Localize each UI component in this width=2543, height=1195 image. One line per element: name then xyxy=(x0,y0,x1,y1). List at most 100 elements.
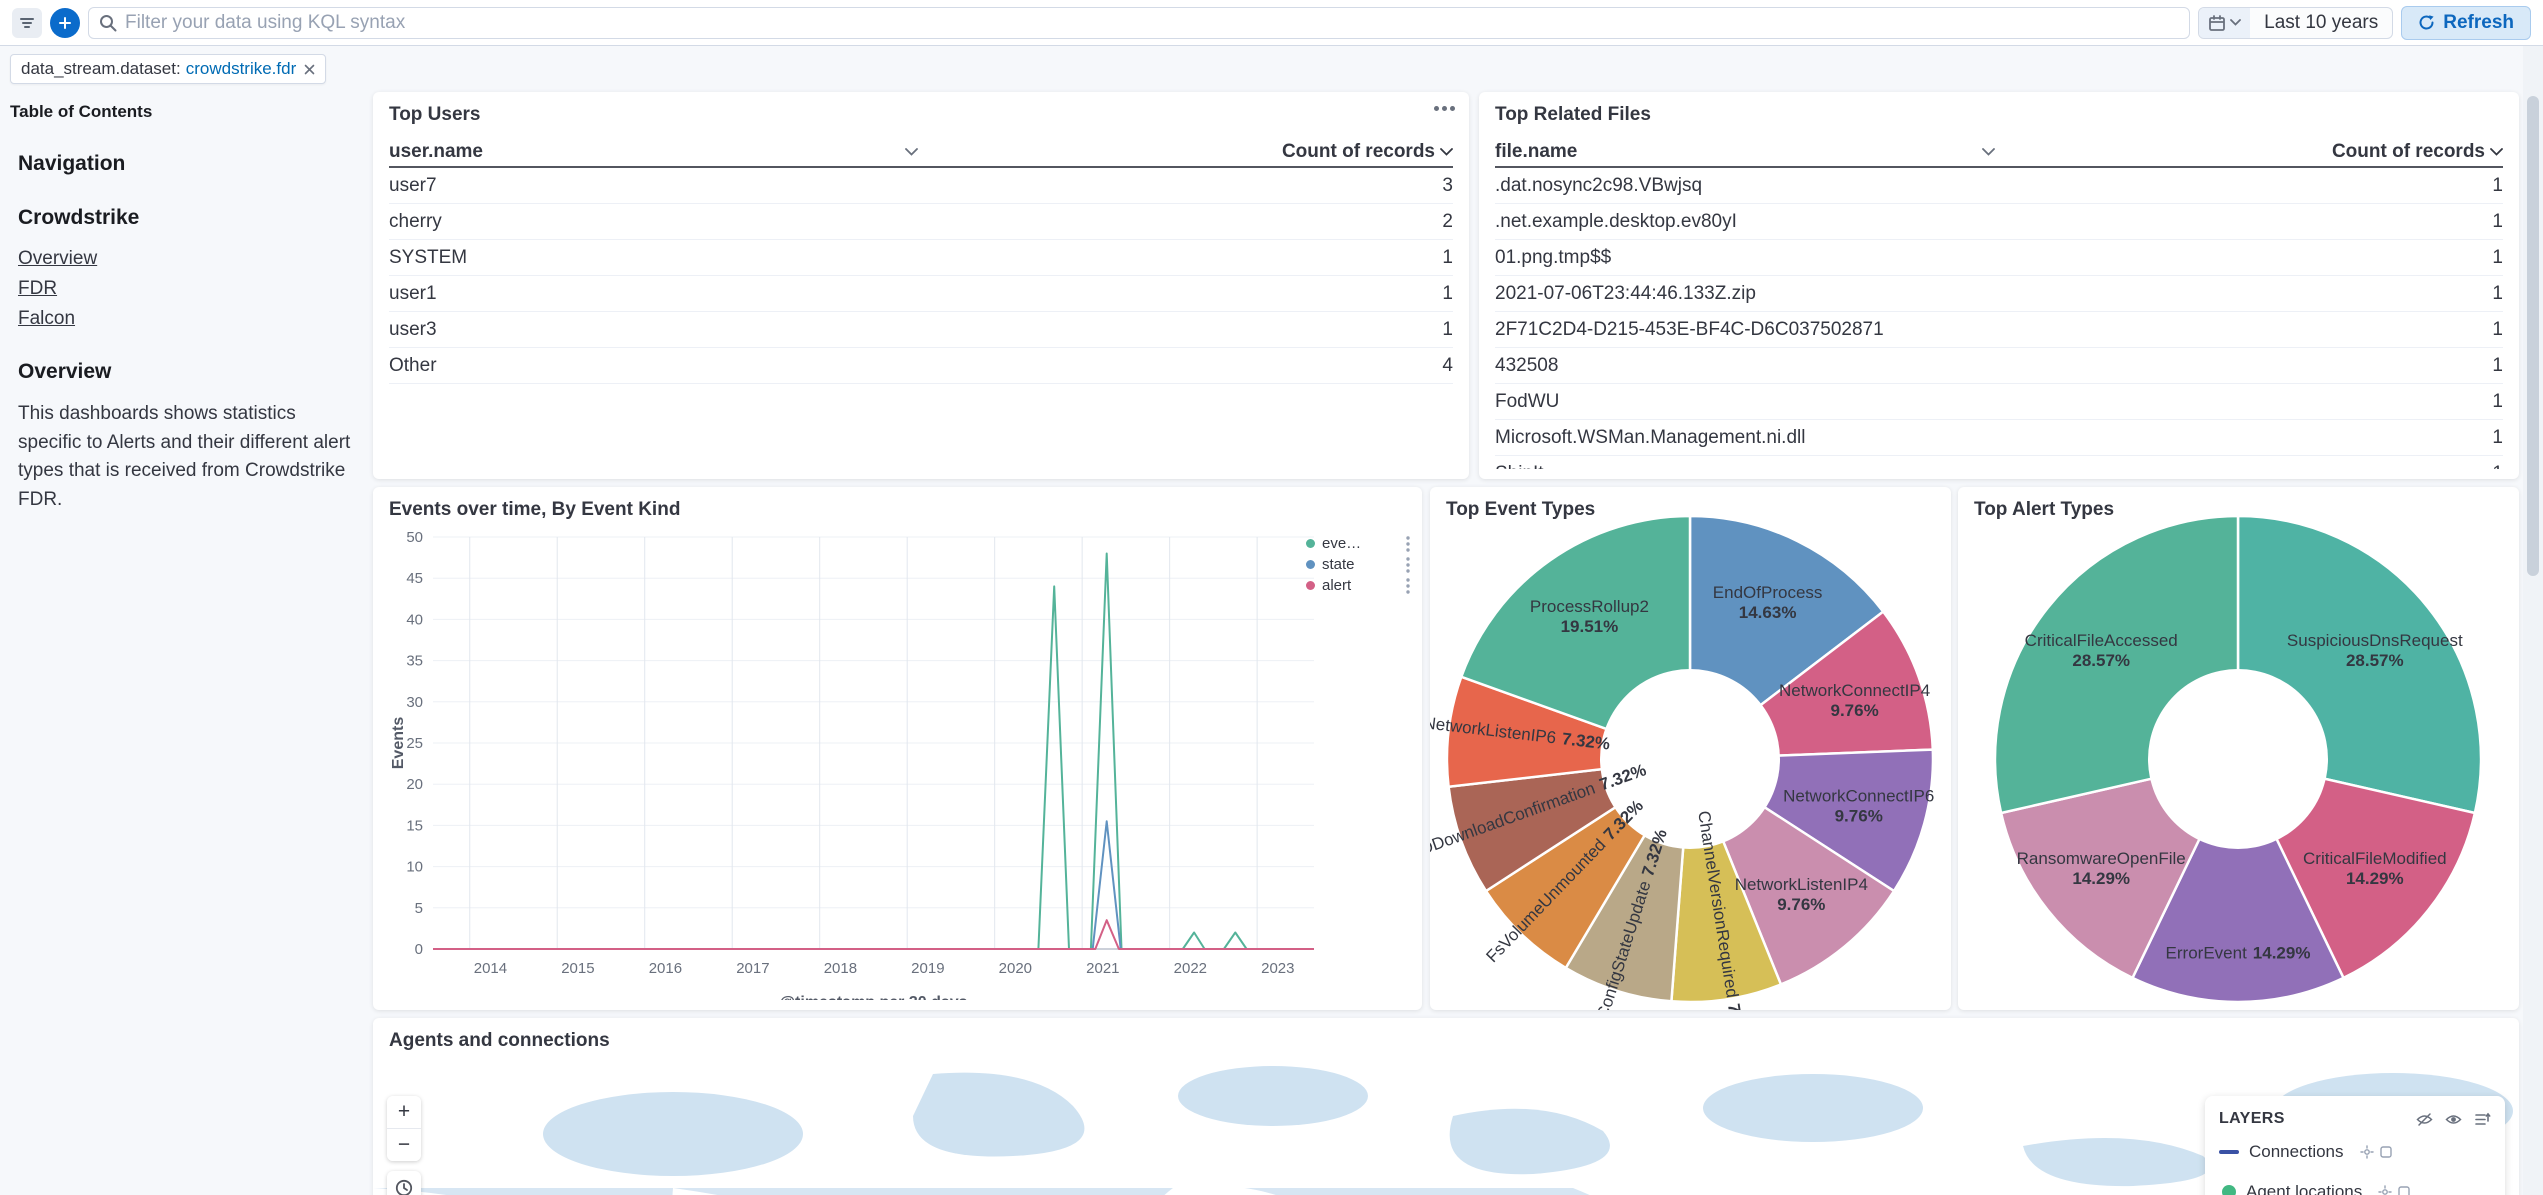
timeslider-button[interactable] xyxy=(387,1171,421,1195)
sidebar-link-fdr[interactable]: FDR xyxy=(18,278,365,300)
crowdstrike-heading: Crowdstrike xyxy=(18,206,365,230)
eye-off-icon[interactable] xyxy=(2416,1111,2433,1128)
table-row: 2021-07-06T23:44:46.133Z.zip1 xyxy=(1495,276,2503,312)
clock-icon xyxy=(395,1179,413,1195)
search-icon xyxy=(99,14,117,32)
query-menu-button[interactable] xyxy=(12,8,42,38)
cell-count: 1 xyxy=(2009,463,2503,470)
panel-title: Top Alert Types xyxy=(1974,499,2114,521)
column-header-file-name[interactable]: file.name xyxy=(1495,141,2009,163)
legend-item-alert[interactable]: alert xyxy=(1306,575,1410,596)
svg-text:2022: 2022 xyxy=(1174,960,1207,977)
filter-lines-icon xyxy=(19,15,35,31)
add-filter-button[interactable] xyxy=(50,8,80,38)
cell-count: 1 xyxy=(932,247,1453,269)
column-label: Count of records xyxy=(1282,141,1435,163)
cell-name: 01.png.tmp$$ xyxy=(1495,247,2009,269)
table-row: .dat.nosync2c98.VBwjsq1 xyxy=(1495,168,2503,204)
layer-row-connections[interactable]: Connections xyxy=(2219,1132,2491,1172)
svg-text:2014: 2014 xyxy=(474,960,507,977)
column-label: file.name xyxy=(1495,141,1577,163)
zoom-in-button[interactable]: + xyxy=(387,1096,421,1128)
panel-title: Top Event Types xyxy=(1446,499,1595,521)
legend-item-state[interactable]: state xyxy=(1306,554,1410,575)
chevron-down-icon xyxy=(2230,19,2241,26)
slice-label: ErrorEvent14.29% xyxy=(2166,943,2311,962)
sidebar-link-overview[interactable]: Overview xyxy=(18,248,365,270)
refresh-button[interactable]: Refresh xyxy=(2401,6,2531,40)
time-range-button[interactable]: Last 10 years xyxy=(2250,12,2392,34)
map-canvas[interactable]: + − LAYERS xyxy=(373,1056,2519,1195)
checkbox-icon[interactable] xyxy=(2380,1146,2392,1158)
svg-text:15: 15 xyxy=(406,817,423,834)
svg-text:20: 20 xyxy=(406,776,423,793)
svg-text:35: 35 xyxy=(406,653,423,670)
top-files-table: file.name Count of records .dat.nosync2c… xyxy=(1495,138,2503,469)
line-series xyxy=(433,821,1314,949)
panel-top-alert-types: Top Alert Types SuspiciousDnsRequest28.5… xyxy=(1958,487,2519,1010)
top-bar: Last 10 years Refresh xyxy=(0,0,2543,46)
layer-name: Connections xyxy=(2249,1142,2344,1162)
legend-item-event[interactable]: eve… xyxy=(1306,533,1410,554)
layer-row-agent-locations[interactable]: Agent locations xyxy=(2219,1172,2491,1195)
svg-text:Events: Events xyxy=(390,717,407,770)
overview-description: This dashboards shows statistics specifi… xyxy=(18,400,356,514)
legend-label: alert xyxy=(1322,577,1399,594)
chart-legend: eve… state alert xyxy=(1306,533,1410,596)
panel-title: Top Users xyxy=(389,104,481,126)
cell-name: Other xyxy=(389,355,932,377)
column-header-user-name[interactable]: user.name xyxy=(389,141,932,163)
table-row: ShipIt1 xyxy=(1495,456,2503,469)
zoom-controls: + − xyxy=(387,1096,421,1161)
layer-order-icon[interactable] xyxy=(2474,1111,2491,1128)
svg-text:10: 10 xyxy=(406,859,423,876)
svg-text:2023: 2023 xyxy=(1261,960,1294,977)
column-header-count[interactable]: Count of records xyxy=(932,141,1453,163)
table-row: .net.example.desktop.ev80yI1 xyxy=(1495,204,2503,240)
sidebar-link-falcon[interactable]: Falcon xyxy=(18,308,365,330)
chevron-down-icon xyxy=(1982,148,1995,156)
quick-select-button[interactable] xyxy=(2199,8,2250,38)
calendar-icon xyxy=(2208,14,2226,32)
filter-pill-field: data_stream.dataset: xyxy=(21,59,181,79)
panel-title: Events over time, By Event Kind xyxy=(389,499,680,521)
panel-title: Top Related Files xyxy=(1495,104,1651,126)
table-row: SYSTEM1 xyxy=(389,240,1453,276)
dots-vertical-icon[interactable] xyxy=(1406,536,1410,552)
filter-bar: data_stream.dataset: crowdstrike.fdr xyxy=(10,54,326,84)
svg-text:40: 40 xyxy=(406,611,423,628)
eye-icon[interactable] xyxy=(2445,1111,2462,1128)
zoom-out-button[interactable]: − xyxy=(387,1129,421,1161)
dots-vertical-icon[interactable] xyxy=(1406,557,1410,573)
panel-agents-and-connections: Agents and connections xyxy=(373,1018,2519,1195)
scrollbar-thumb[interactable] xyxy=(2527,96,2539,576)
svg-text:50: 50 xyxy=(406,529,423,546)
layer-row-icons xyxy=(2360,1145,2392,1159)
close-icon[interactable] xyxy=(304,64,315,75)
dots-vertical-icon[interactable] xyxy=(1406,578,1410,594)
table-row: FodWU1 xyxy=(1495,384,2503,420)
svg-text:45: 45 xyxy=(406,570,423,587)
cell-count: 1 xyxy=(2009,175,2503,197)
cell-name: cherry xyxy=(389,211,932,233)
gear-icon[interactable] xyxy=(2378,1185,2392,1195)
legend-dot xyxy=(1306,581,1315,590)
cell-name: user3 xyxy=(389,319,932,341)
column-header-count[interactable]: Count of records xyxy=(2009,141,2503,163)
filter-pill[interactable]: data_stream.dataset: crowdstrike.fdr xyxy=(10,54,326,84)
line-series xyxy=(433,920,1314,949)
checkbox-icon[interactable] xyxy=(2398,1186,2410,1195)
dot-swatch-icon xyxy=(2222,1185,2236,1195)
cell-count: 1 xyxy=(2009,427,2503,449)
kql-search-input[interactable] xyxy=(125,12,2179,34)
panel-options-button[interactable] xyxy=(1430,102,1459,115)
panel-top-event-types: Top Event Types EndOfProcess14.63%Networ… xyxy=(1430,487,1951,1010)
column-label: Count of records xyxy=(2332,141,2485,163)
top-users-table: user.name Count of records user73cherry2… xyxy=(389,138,1453,469)
svg-text:2016: 2016 xyxy=(649,960,682,977)
svg-text:5: 5 xyxy=(415,900,423,917)
table-row: Other4 xyxy=(389,348,1453,384)
legend-dot xyxy=(1306,560,1315,569)
chevron-down-icon xyxy=(2490,148,2503,156)
gear-icon[interactable] xyxy=(2360,1145,2374,1159)
